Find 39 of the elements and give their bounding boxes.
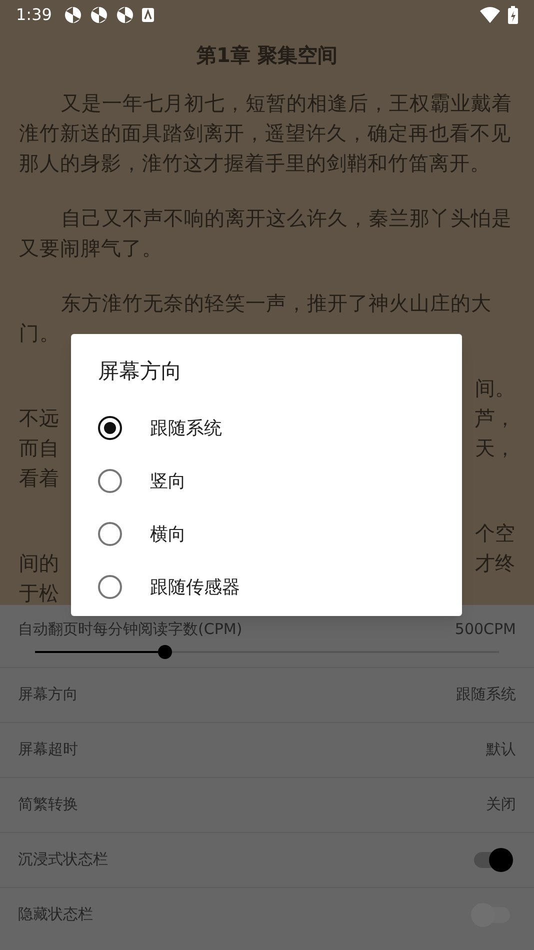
setting-label: 隐藏状态栏 bbox=[18, 904, 93, 926]
radio-button[interactable] bbox=[98, 522, 122, 546]
setting-value: 500CPM bbox=[454, 619, 516, 640]
app-notification-icon bbox=[116, 6, 134, 24]
setting-label: 屏幕超时 bbox=[18, 739, 78, 760]
radio-button[interactable] bbox=[98, 575, 122, 599]
wifi-icon bbox=[480, 7, 500, 23]
paragraph-fragment: 间。 bbox=[475, 375, 515, 402]
radio-option[interactable]: 跟随传感器 bbox=[98, 560, 435, 614]
paragraph-fragment: 个空 bbox=[475, 520, 515, 547]
keyboard-notification-icon bbox=[142, 8, 154, 22]
paragraph-fragment: 于松 bbox=[19, 580, 59, 607]
paragraph-fragment: 而自 bbox=[19, 435, 59, 462]
cpm-slider-track[interactable] bbox=[35, 644, 499, 658]
app-notification-icon bbox=[64, 6, 82, 24]
app-notification-icon bbox=[90, 6, 108, 24]
setting-label: 自动翻页时每分钟阅读字数(CPM) bbox=[18, 619, 242, 640]
slider-thumb[interactable] bbox=[158, 644, 172, 658]
paragraph-fragment: 看着 bbox=[19, 465, 59, 492]
setting-label: 简繁转换 bbox=[18, 794, 78, 816]
dialog-title: 屏幕方向 bbox=[98, 358, 183, 385]
paragraph-fragment: 不远 bbox=[19, 405, 59, 432]
chapter-title: 第1章 聚集空间 bbox=[196, 42, 338, 69]
radio-button[interactable] bbox=[98, 469, 122, 493]
paragraph-fragment: 间的 bbox=[19, 550, 59, 577]
radio-button[interactable] bbox=[98, 416, 122, 440]
battery-charging-icon bbox=[508, 6, 518, 24]
radio-option[interactable]: 竖向 bbox=[98, 454, 435, 508]
chapter-paragraph: 自己又不声不响的离开这么许久，秦兰那丫头怕是又要闹脾气了。 bbox=[19, 205, 513, 262]
chapter-paragraph: 又是一年七月初七，短暂的相逢后，王权霸业戴着淮竹新送的面具踏剑离开，遥望许久，确定再也看不见那人的身影，淮竹这才握着手里的剑鞘和竹笛离开。 bbox=[19, 90, 513, 177]
radio-option[interactable]: 跟随系统 bbox=[98, 402, 435, 454]
status-time: 1:39 bbox=[16, 4, 52, 26]
chapter-paragraph: 东方淮竹无奈的轻笑一声，推开了神火山庄的大门。 bbox=[19, 290, 492, 347]
setting-label: 沉浸式状态栏 bbox=[18, 849, 108, 870]
setting-label: 屏幕方向 bbox=[18, 684, 78, 706]
paragraph-fragment: 才终 bbox=[475, 550, 515, 577]
radio-option[interactable]: 横向 bbox=[98, 508, 435, 560]
paragraph-fragment: 芦， bbox=[475, 405, 515, 432]
paragraph-fragment: 天， bbox=[475, 435, 515, 462]
